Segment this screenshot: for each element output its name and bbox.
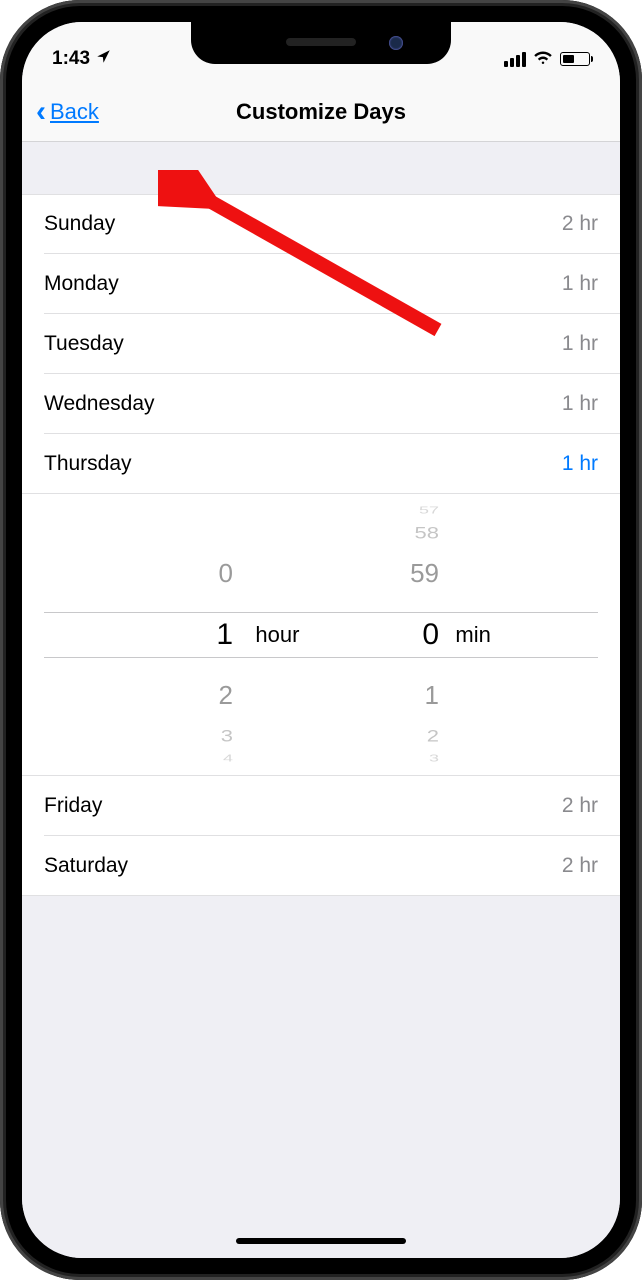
chevron-left-icon: ‹	[36, 97, 46, 127]
nav-bar: ‹ Back Customize Days	[22, 82, 620, 142]
picker-option[interactable]: 58	[381, 523, 501, 543]
status-time: 1:43	[52, 48, 90, 70]
day-label: Monday	[44, 272, 119, 296]
day-label: Wednesday	[44, 392, 155, 416]
cellular-signal-icon	[504, 52, 526, 67]
content-area: Sunday 2 hr Monday 1 hr Tuesday 1 hr Wed…	[22, 142, 620, 1258]
day-value: 1 hr	[562, 272, 598, 296]
picker-option[interactable]: 2	[181, 680, 301, 711]
picker-option[interactable]: 3	[181, 726, 301, 746]
day-row-monday[interactable]: Monday 1 hr	[22, 254, 620, 314]
day-label: Saturday	[44, 854, 128, 878]
picker-option[interactable]: 3	[381, 753, 501, 765]
device-frame: 1:43 ‹ Back Customize Days	[0, 0, 642, 1280]
picker-option[interactable]: 1	[381, 680, 501, 711]
days-list: Sunday 2 hr Monday 1 hr Tuesday 1 hr Wed…	[22, 194, 620, 494]
picker-option[interactable]: 0	[181, 558, 301, 589]
speaker-grille	[286, 38, 356, 46]
picker-option[interactable]: 4	[181, 753, 301, 765]
back-label: Back	[50, 99, 99, 125]
battery-icon	[560, 52, 590, 66]
day-value: 2 hr	[562, 854, 598, 878]
hours-wheel[interactable]: 0 1 2 3 4 hour	[181, 494, 301, 775]
home-indicator[interactable]	[236, 1238, 406, 1244]
day-label: Thursday	[44, 452, 132, 476]
day-value: 2 hr	[562, 212, 598, 236]
minutes-wheel[interactable]: 57 58 59 0 1 2 3 min	[381, 494, 501, 775]
hours-unit-label: hour	[255, 622, 299, 648]
day-row-thursday[interactable]: Thursday 1 hr	[22, 434, 620, 494]
days-list-after: Friday 2 hr Saturday 2 hr	[22, 776, 620, 896]
day-row-tuesday[interactable]: Tuesday 1 hr	[22, 314, 620, 374]
day-row-wednesday[interactable]: Wednesday 1 hr	[22, 374, 620, 434]
front-camera	[389, 36, 403, 50]
back-button[interactable]: ‹ Back	[36, 97, 99, 127]
time-picker[interactable]: 0 1 2 3 4 hour 57 58 59 0 1 2 3	[22, 494, 620, 776]
day-row-saturday[interactable]: Saturday 2 hr	[22, 836, 620, 896]
wifi-icon	[533, 48, 553, 70]
day-value: 1 hr	[562, 452, 598, 476]
picker-option[interactable]: 57	[381, 505, 501, 517]
day-value: 1 hr	[562, 332, 598, 356]
picker-option[interactable]: 59	[381, 558, 501, 589]
day-row-sunday[interactable]: Sunday 2 hr	[22, 194, 620, 254]
day-label: Friday	[44, 794, 102, 818]
picker-option[interactable]: 2	[381, 726, 501, 746]
location-arrow-icon	[96, 48, 111, 70]
day-value: 2 hr	[562, 794, 598, 818]
screen: 1:43 ‹ Back Customize Days	[22, 22, 620, 1258]
day-value: 1 hr	[562, 392, 598, 416]
day-label: Tuesday	[44, 332, 124, 356]
notch	[191, 22, 451, 64]
day-row-friday[interactable]: Friday 2 hr	[22, 776, 620, 836]
day-label: Sunday	[44, 212, 115, 236]
minutes-unit-label: min	[455, 622, 490, 648]
page-title: Customize Days	[236, 99, 406, 125]
